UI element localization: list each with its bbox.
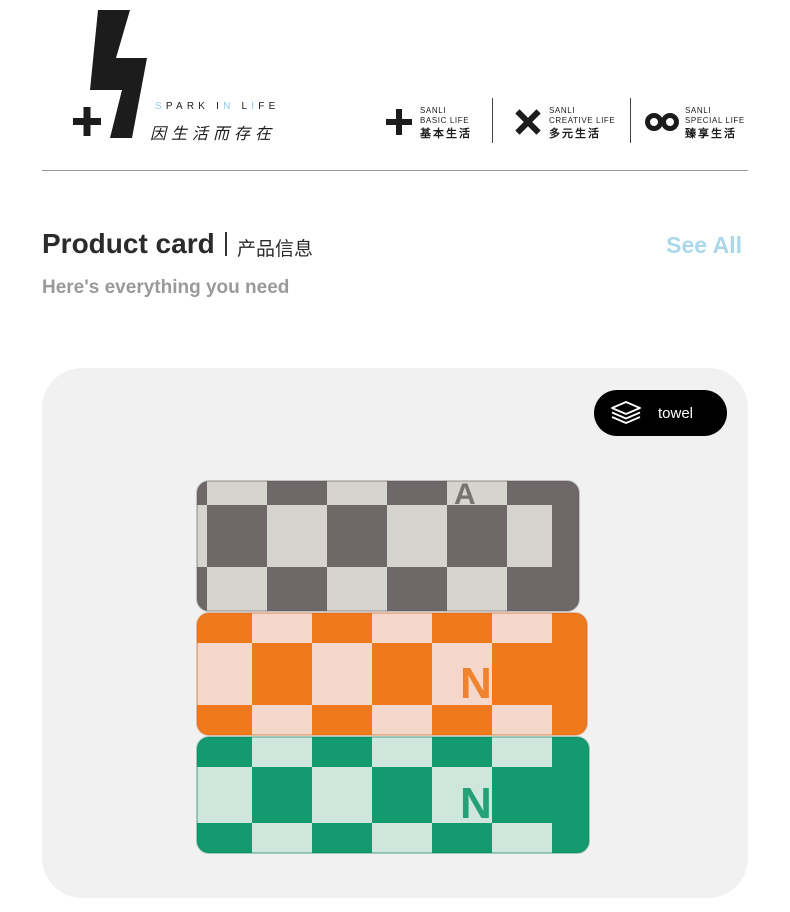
series-life: SPECIAL LIFE [685, 115, 745, 125]
towel-orange: N [197, 613, 587, 735]
slogan-cn: 因生活而存在 [150, 124, 277, 143]
tag-label: towel [658, 404, 694, 422]
svg-text:N: N [460, 779, 492, 828]
series-life: CREATIVE LIFE [549, 115, 616, 125]
see-all-link[interactable]: See All [666, 232, 742, 259]
category-tag[interactable]: towel [594, 390, 727, 436]
section-title-cn: 产品信息 [237, 238, 314, 260]
series-cn: 臻享生活 [685, 127, 737, 140]
series-divider [492, 98, 493, 143]
slogan-en: SPARK IN LIFE [155, 101, 280, 112]
series-special-life[interactable]: SANLI SPECIAL LIFE 臻享生活 [645, 100, 745, 144]
towel-green: N [197, 737, 589, 853]
series-brand: SANLI [420, 105, 447, 115]
svg-text:A: A [454, 478, 476, 511]
product-image: N N A [196, 478, 590, 854]
towel-grey: A [197, 478, 579, 611]
layers-icon [611, 401, 641, 424]
cross-icon [513, 107, 543, 137]
logo-plus-vertical [83, 107, 91, 136]
series-divider [630, 98, 631, 143]
infinity-icon [645, 107, 679, 137]
series-brand: SANLI [685, 105, 712, 115]
section-title: Product card [42, 228, 215, 259]
series-cn: 多元生活 [549, 127, 601, 140]
spark-logo [73, 10, 147, 138]
series-basic-life[interactable]: SANLI BASIC LIFE 基本生活 [384, 100, 472, 144]
product-card[interactable]: towel N N A [42, 368, 748, 898]
plus-icon [384, 107, 414, 137]
series-life: BASIC LIFE [420, 115, 470, 125]
series-brand: SANLI [549, 105, 576, 115]
series-creative-life[interactable]: SANLI CREATIVE LIFE 多元生活 [513, 100, 615, 144]
section-subtitle: Here's everything you need [42, 277, 290, 298]
series-cn: 基本生活 [420, 127, 472, 140]
header-divider [42, 170, 748, 171]
svg-text:N: N [460, 659, 492, 708]
title-separator [225, 232, 227, 256]
